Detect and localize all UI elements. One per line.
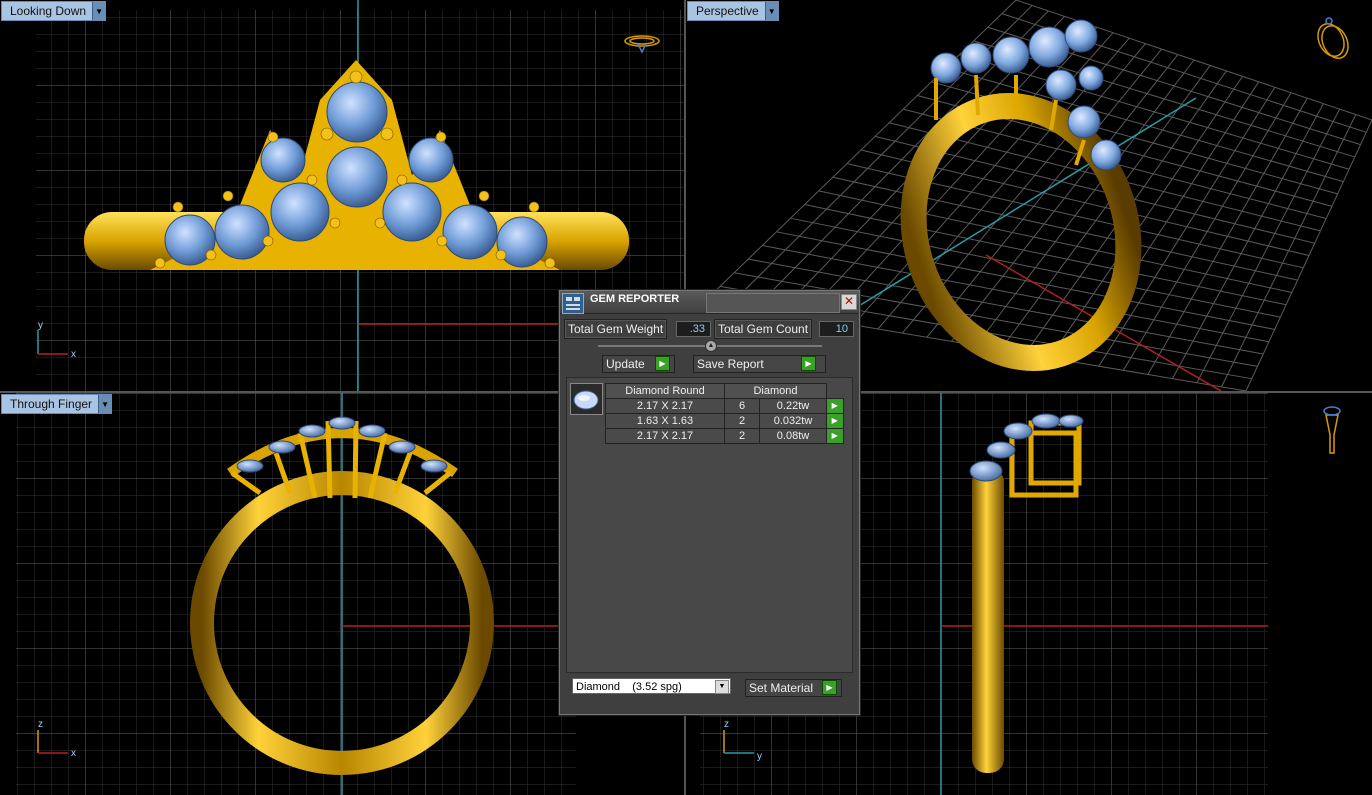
viewport-label-text: Perspective [696,4,759,18]
diamond-gem-icon[interactable] [570,383,603,415]
perspective-grid-line [1015,0,1372,121]
play-arrow-icon[interactable]: ▶ [826,398,844,414]
gem-count: 2 [724,413,760,429]
axis-x-label: x [71,748,76,759]
perspective-grid-line [1245,119,1372,391]
gem-reporter-app-icon [562,293,584,314]
table-row[interactable]: 2.17 X 2.17 2 0.08tw ▶ [605,428,844,444]
gem-size: 2.17 X 2.17 [605,428,725,444]
total-gem-count-value: 10 [819,321,854,337]
gem-reporter-panel: GEM REPORTER ✕ Total Gem Weight .33 Tota… [559,290,860,715]
ring-orientation-icon[interactable] [1323,406,1341,454]
gem-reporter-titlebar[interactable]: GEM REPORTER ✕ [560,291,859,314]
viewport-label-through-finger[interactable]: Through Finger ▼ [1,394,113,414]
title-bar-field [706,293,840,313]
axis-z-label: z [38,719,43,730]
ring-orientation-icon[interactable] [1313,17,1353,62]
chevron-down-icon[interactable]: ▼ [764,2,778,20]
gem-reporter-title: GEM REPORTER [590,293,680,305]
chevron-down-icon[interactable]: ▼ [715,680,729,694]
total-gem-weight-label: Total Gem Weight [564,319,668,339]
gem-list[interactable]: Diamond Round Diamond 2.17 X 2.17 6 0.22… [566,377,853,673]
gem-size: 2.17 X 2.17 [605,398,725,414]
chevron-down-icon[interactable]: ▼ [92,2,106,20]
viewport-label-text: Looking Down [10,4,87,18]
play-arrow-icon[interactable]: ▶ [801,356,816,371]
material-select-value: Diamond (3.52 spg) [576,681,682,693]
axis-z-label: z [724,719,729,730]
viewport-label-perspective[interactable]: Perspective ▼ [687,1,779,21]
save-report-button-label: Save Report [697,357,764,371]
play-arrow-icon[interactable]: ▶ [822,680,837,695]
axis-y-label: y [38,320,43,331]
play-arrow-icon[interactable]: ▶ [826,413,844,429]
viewport-label-looking-down[interactable]: Looking Down ▼ [1,1,107,21]
close-icon[interactable]: ✕ [841,294,857,310]
gem-table: Diamond Round Diamond 2.17 X 2.17 6 0.22… [605,383,844,444]
gem-weight: 0.08tw [759,428,827,444]
play-arrow-icon[interactable]: ▶ [826,428,844,444]
material-select[interactable]: Diamond (3.52 spg) ▼ [572,678,731,694]
chevron-down-icon[interactable]: ▼ [98,395,112,413]
column-header-material: Diamond [724,383,827,399]
viewport-label-text: Through Finger [10,397,93,411]
total-gem-weight-value: .33 [676,321,711,337]
column-header-shape: Diamond Round [605,383,725,399]
play-arrow-icon[interactable]: ▶ [655,356,670,371]
total-gem-count-label: Total Gem Count [714,319,813,339]
axis-x-label: x [71,349,76,360]
gem-count: 2 [724,428,760,444]
gem-weight: 0.22tw [759,398,827,414]
perspective-grid-line [1221,114,1357,388]
gem-weight: 0.032tw [759,413,827,429]
gem-count: 6 [724,398,760,414]
update-button-label: Update [606,357,645,371]
gem-size: 1.63 X 1.63 [605,413,725,429]
table-row[interactable]: 2.17 X 2.17 6 0.22tw ▶ [605,398,844,414]
collapse-icon[interactable]: ▲ [705,340,717,352]
perspective-grid-line [1147,97,1308,375]
set-material-button-label: Set Material [749,681,814,695]
table-row[interactable]: 1.63 X 1.63 2 0.032tw ▶ [605,413,844,429]
axis-y-label: y [757,751,762,762]
